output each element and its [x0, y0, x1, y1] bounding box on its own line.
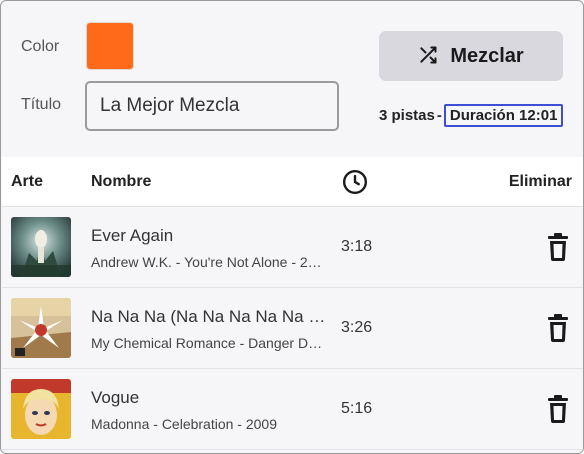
- table-row: Na Na Na (Na Na Na Na Na Na … My Chemica…: [2, 288, 583, 369]
- track-title: Ever Again: [91, 226, 174, 245]
- header-art: Arte: [11, 173, 44, 190]
- table-row: Vogue Madonna - Celebration - 2009 5:16: [2, 369, 583, 450]
- album-art-celebration: [11, 379, 71, 439]
- trash-icon[interactable]: [546, 233, 570, 261]
- header-delete: Eliminar: [508, 173, 572, 190]
- table-header: Arte Nombre Eliminar: [2, 157, 583, 207]
- track-subtitle: My Chemical Romance - Danger Da…: [91, 335, 329, 351]
- clock-icon: [342, 169, 368, 195]
- tracks-table: Arte Nombre Eliminar Ever Again Andrew W…: [2, 157, 583, 453]
- shuffle-button-label: Mezclar: [450, 44, 524, 67]
- total-duration: Duración 12:01: [443, 103, 564, 127]
- track-title: Vogue: [91, 388, 140, 407]
- track-subtitle: Madonna - Celebration - 2009: [91, 416, 278, 432]
- track-title: Na Na Na (Na Na Na Na Na Na …: [91, 307, 331, 326]
- album-art-you-re-not-alone: [11, 217, 71, 277]
- trash-icon[interactable]: [546, 314, 570, 342]
- track-duration: 3:18: [341, 238, 373, 255]
- color-swatch[interactable]: [86, 22, 134, 70]
- track-duration: 3:26: [341, 319, 373, 336]
- title-label: Título: [21, 96, 62, 113]
- playlist-editor: Color Título Mezclar 3 pistas - Duración…: [0, 0, 584, 454]
- shuffle-button[interactable]: Mezclar: [379, 31, 563, 81]
- color-label: Color: [21, 38, 60, 55]
- header-name: Nombre: [91, 173, 152, 190]
- album-art-danger-days: [11, 298, 71, 358]
- title-input[interactable]: [85, 81, 339, 131]
- stats-separator: -: [436, 106, 442, 124]
- shuffle-icon: [418, 45, 438, 68]
- track-duration: 5:16: [341, 400, 373, 417]
- trash-icon[interactable]: [546, 395, 570, 423]
- playlist-stats: 3 pistas - Duración 12:01: [379, 102, 564, 128]
- table-row: Ever Again Andrew W.K. - You're Not Alon…: [2, 207, 583, 288]
- track-count: 3 pistas: [379, 106, 435, 124]
- track-subtitle: Andrew W.K. - You're Not Alone - 2…: [91, 254, 322, 270]
